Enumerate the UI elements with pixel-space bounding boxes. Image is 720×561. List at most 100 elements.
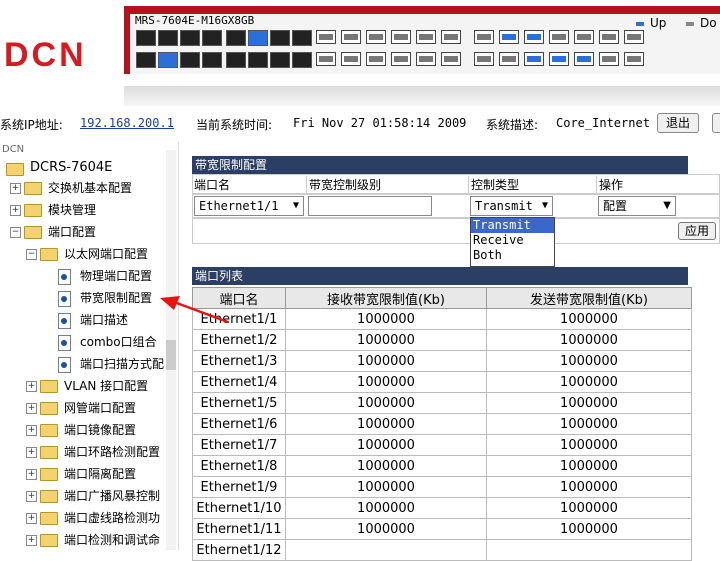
desc-value: Core_Internet xyxy=(556,116,650,130)
sfp-port xyxy=(574,30,594,44)
chevron-down-icon: ▼ xyxy=(292,200,299,211)
receive-limit-cell: 1000000 xyxy=(285,371,487,393)
table-row: Ethernet1/10 1000000 1000000 xyxy=(192,497,692,519)
expand-toggle-icon[interactable]: + xyxy=(10,183,21,194)
expand-toggle-icon[interactable]: + xyxy=(10,205,21,216)
sfp-port xyxy=(499,30,519,44)
ethernet-port xyxy=(158,30,178,46)
type-select[interactable]: Transmit ▼ xyxy=(470,196,553,216)
ethernet-port xyxy=(136,52,156,68)
page-icon xyxy=(58,357,71,373)
collapse-toggle-icon[interactable]: − xyxy=(10,227,21,238)
sfp-port xyxy=(441,52,461,66)
sidebar-item[interactable]: 端口描述 xyxy=(80,310,128,330)
sidebar-tree: DCN DCRS-7604E + 交换机基本配置 + 模块管理 − 端口配置 − 以太网端口配… xyxy=(0,142,179,550)
folder-open-icon xyxy=(6,163,24,176)
type-option-both[interactable]: Both xyxy=(471,248,554,263)
port-select[interactable]: Ethernet1/1 ▼ xyxy=(194,196,304,216)
sidebar-item[interactable]: 端口配置 xyxy=(48,222,96,242)
receive-limit-cell: 1000000 xyxy=(285,350,487,372)
sfp-port xyxy=(549,30,569,44)
level-input[interactable] xyxy=(308,196,432,216)
expand-toggle-icon[interactable]: + xyxy=(26,381,37,392)
sidebar-item[interactable]: 端口虚线路检测功 xyxy=(64,508,160,528)
page-icon xyxy=(58,335,71,351)
expand-toggle-icon[interactable]: + xyxy=(26,425,37,436)
sfp-port xyxy=(624,52,644,66)
port-name-cell: Ethernet1/6 xyxy=(192,413,286,435)
table-row: Ethernet1/7 1000000 1000000 xyxy=(192,434,692,456)
logout-button[interactable]: 退出 xyxy=(657,113,700,133)
sidebar-item[interactable]: 交换机基本配置 xyxy=(48,178,132,198)
sidebar-item[interactable]: 端口扫描方式配 xyxy=(80,354,164,374)
expand-toggle-icon[interactable]: + xyxy=(26,403,37,414)
port-name-cell: Ethernet1/8 xyxy=(192,455,286,477)
sfp-port xyxy=(599,52,619,66)
send-limit-cell: 1000000 xyxy=(486,497,692,519)
expand-toggle-icon[interactable]: + xyxy=(26,469,37,480)
apply-button[interactable]: 应用 xyxy=(678,222,717,240)
ip-link[interactable]: 192.168.200.1 xyxy=(80,116,174,130)
folder-icon xyxy=(40,490,58,503)
table-row: Ethernet1/5 1000000 1000000 xyxy=(192,392,692,414)
expand-toggle-icon[interactable]: + xyxy=(26,535,37,546)
port-name-cell: Ethernet1/11 xyxy=(192,518,286,540)
table-row: Ethernet1/12 xyxy=(192,539,692,561)
ethernet-port xyxy=(226,52,246,68)
sidebar-item[interactable]: 端口环路检测配置 xyxy=(64,442,160,462)
port-name-cell: Ethernet1/4 xyxy=(192,371,286,393)
sidebar-item[interactable]: 端口广播风暴控制 xyxy=(64,486,160,506)
action-select[interactable]: 配置 ▼ xyxy=(598,196,676,216)
type-dropdown-list: Transmit Receive Both xyxy=(470,217,555,267)
table-row: Ethernet1/3 1000000 1000000 xyxy=(192,350,692,372)
sidebar-scroll-thumb[interactable] xyxy=(166,340,176,370)
sidebar-item[interactable]: 带宽限制配置 xyxy=(80,288,152,308)
sidebar-item[interactable]: 模块管理 xyxy=(48,200,96,220)
chevron-down-icon: ▼ xyxy=(663,200,671,211)
sidebar-item[interactable]: VLAN 接口配置 xyxy=(64,376,148,396)
col-level-header: 带宽控制级别 xyxy=(306,176,468,194)
sfp-port xyxy=(624,30,644,44)
sfp-port xyxy=(391,52,411,66)
time-value: Fri Nov 27 01:58:14 2009 xyxy=(293,116,467,130)
sfp-port xyxy=(341,30,361,44)
folder-icon xyxy=(40,512,58,525)
sidebar-item[interactable]: 网管端口配置 xyxy=(64,398,136,418)
folder-open-icon xyxy=(40,248,58,261)
send-limit-cell: 1000000 xyxy=(486,392,692,414)
sfp-port xyxy=(474,52,494,66)
sfp-port xyxy=(416,52,436,66)
tree-root-small: DCN xyxy=(2,144,25,155)
send-limit-cell: 1000000 xyxy=(486,455,692,477)
ethernet-port xyxy=(248,30,268,46)
col-action-header: 操作 xyxy=(596,176,720,194)
folder-icon xyxy=(40,534,58,547)
ethernet-port xyxy=(202,30,222,46)
collapse-toggle-icon[interactable]: − xyxy=(26,249,37,260)
table-header-receive: 接收带宽限制值(Kb) xyxy=(285,287,487,309)
tree-root[interactable]: DCRS-7604E xyxy=(30,158,112,178)
receive-limit-cell: 1000000 xyxy=(285,329,487,351)
sfp-port xyxy=(524,52,544,66)
sfp-port xyxy=(441,30,461,44)
sidebar-item[interactable]: 物理端口配置 xyxy=(80,266,152,286)
expand-toggle-icon[interactable]: + xyxy=(26,491,37,502)
extra-button[interactable] xyxy=(712,113,720,133)
sidebar-item[interactable]: 端口镜像配置 xyxy=(64,420,136,440)
col-port-header: 端口名 xyxy=(194,178,231,192)
sidebar-item[interactable]: 端口隔离配置 xyxy=(64,464,136,484)
folder-icon xyxy=(40,402,58,415)
device-model: MRS-7604E-M16GX8GB xyxy=(135,14,255,27)
expand-toggle-icon[interactable]: + xyxy=(26,447,37,458)
time-label: 当前系统时间: xyxy=(196,118,273,132)
sidebar-item[interactable]: 端口检测和调试命 xyxy=(64,530,160,550)
expand-toggle-icon[interactable]: + xyxy=(26,513,37,524)
sidebar-item[interactable]: 以太网端口配置 xyxy=(64,244,148,264)
sidebar-item[interactable]: combo口组合 xyxy=(80,332,157,352)
type-option-receive[interactable]: Receive xyxy=(471,233,554,248)
sfp-port xyxy=(366,52,386,66)
table-row: Ethernet1/1 1000000 1000000 xyxy=(192,308,692,330)
ethernet-port xyxy=(270,30,290,46)
port-name-cell: Ethernet1/10 xyxy=(192,497,286,519)
type-option-transmit[interactable]: Transmit xyxy=(471,218,554,233)
